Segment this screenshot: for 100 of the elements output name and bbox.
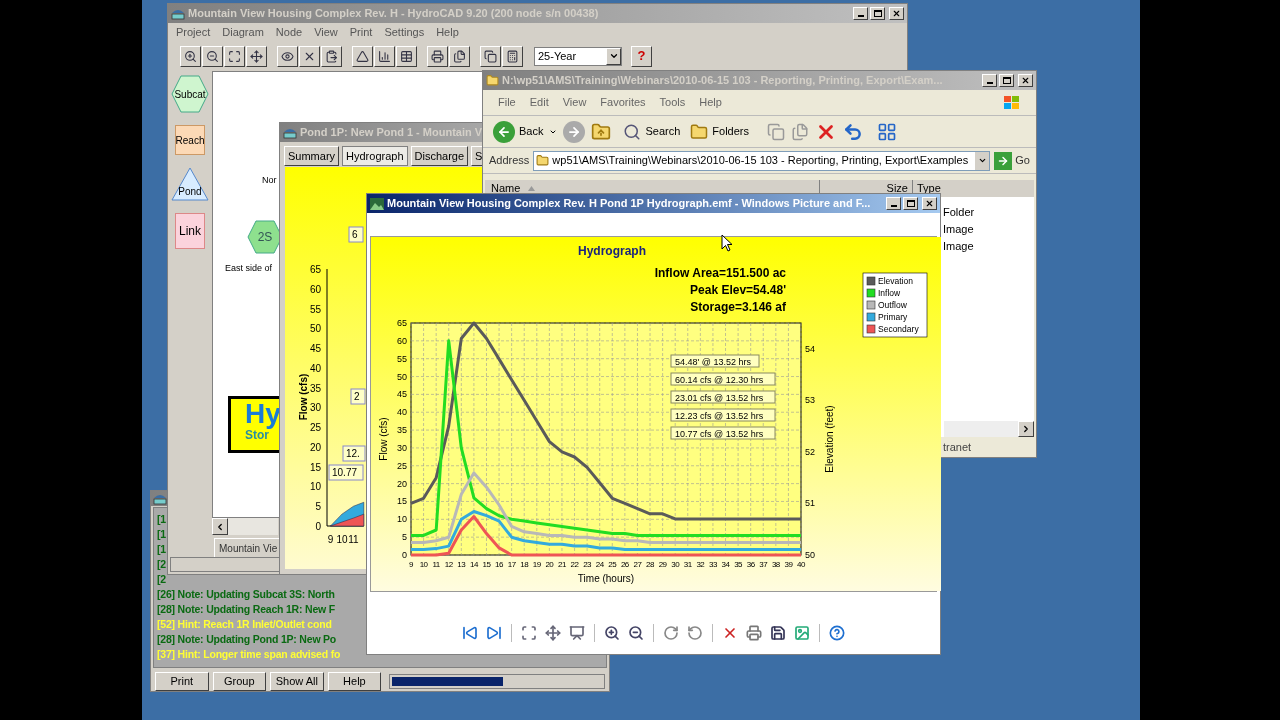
callout-label: 60.14 cfs @ 12.30 hrs: [670, 372, 776, 386]
best-fit-icon[interactable]: [520, 624, 538, 642]
menu-item[interactable]: Favorites: [593, 94, 653, 111]
close-button[interactable]: [922, 197, 937, 210]
toolbar-button[interactable]: [502, 45, 523, 67]
toolbar-button[interactable]: [352, 45, 373, 67]
axis-tick-label: 28: [646, 560, 654, 569]
save-icon[interactable]: [769, 624, 787, 642]
printer-icon: [431, 49, 444, 63]
tab[interactable]: Discharge: [410, 146, 469, 166]
slide-show-icon[interactable]: [568, 624, 586, 642]
minimize-button[interactable]: [853, 7, 868, 20]
zoom-in-icon[interactable]: [603, 624, 621, 642]
next-icon[interactable]: [485, 624, 503, 642]
minimize-button[interactable]: [982, 74, 997, 87]
annotation: 2: [354, 391, 360, 402]
window-title: Mountain View Housing Complex Rev. H Pond 1P Hydrograph.emf - Windows Picture and F...: [387, 196, 871, 212]
toolbar-button[interactable]: [374, 45, 395, 67]
search-button[interactable]: Search: [623, 122, 681, 141]
menu-item[interactable]: Edit: [522, 94, 556, 111]
rotate-clockwise-icon[interactable]: [662, 624, 680, 642]
menu-item[interactable]: File: [491, 94, 523, 111]
maximize-button[interactable]: [903, 197, 918, 210]
storm-select[interactable]: 25-Year: [534, 46, 622, 66]
tab[interactable]: Summary: [284, 146, 340, 166]
toolbar-button[interactable]: [396, 45, 417, 67]
axis-tick-label: 35: [309, 382, 321, 394]
maximize-button[interactable]: [870, 7, 885, 20]
log-button[interactable]: Help: [327, 672, 382, 691]
menu-item[interactable]: View: [555, 94, 594, 111]
zoom-in-icon: [184, 49, 197, 63]
folders-button[interactable]: Folders: [690, 122, 749, 141]
close-button[interactable]: [889, 7, 904, 20]
palette-item[interactable]: Reach: [175, 125, 205, 155]
minimize-button[interactable]: [886, 197, 901, 210]
axis-tick-label: 15: [397, 496, 407, 507]
toolbar-button[interactable]: [449, 45, 470, 67]
back-button[interactable]: Back: [493, 120, 544, 143]
axis-tick-label: 30: [309, 402, 321, 414]
toolbar-button[interactable]: [202, 45, 223, 67]
legend-label: Secondary: [878, 324, 919, 334]
toolbar-button[interactable]: [427, 45, 448, 67]
help-button[interactable]: ?: [631, 45, 652, 67]
up-folder-icon: [591, 121, 612, 142]
help-icon[interactable]: [828, 624, 846, 642]
menu-item[interactable]: Help: [692, 94, 729, 111]
menu-item[interactable]: Tools: [652, 94, 693, 111]
actual-size-icon[interactable]: [544, 624, 562, 642]
node-label[interactable]: 2S: [247, 220, 283, 254]
axis-tick-label: 65: [397, 318, 407, 328]
menu-item[interactable]: Diagram: [222, 23, 264, 41]
previous-icon[interactable]: [461, 624, 479, 642]
tab[interactable]: Hydrograph: [342, 146, 408, 166]
edit-image-icon[interactable]: [793, 624, 811, 642]
axis-title: Flow (cfs): [298, 373, 309, 421]
app-icon: [283, 126, 297, 139]
toolbar-button[interactable]: [299, 45, 320, 67]
axis-tick-label: 20: [397, 478, 407, 489]
menu-item[interactable]: View: [314, 23, 338, 41]
address-field[interactable]: wp51\AMS\Training\Webinars\2010-06-15 103 - Reporting, Printing, Export\Examples: [533, 150, 991, 171]
log-button[interactable]: Show All: [270, 672, 324, 691]
rotate-counterclockwise-icon[interactable]: [686, 624, 704, 642]
log-button[interactable]: Print: [155, 672, 209, 691]
menu-item[interactable]: Help: [436, 23, 459, 41]
menu-item[interactable]: Node: [275, 23, 303, 41]
logo-subtitle: Stor: [245, 429, 269, 442]
maximize-button[interactable]: [999, 74, 1014, 87]
toolbar-button[interactable]: [224, 45, 245, 67]
menu-item[interactable]: Project: [176, 23, 211, 41]
axis-tick-label: 9: [409, 560, 413, 569]
axis-tick-label: 50: [397, 371, 407, 382]
log-line: [2: [157, 572, 166, 587]
toolbar-button[interactable]: [321, 45, 342, 67]
axis-tick-label: 55: [397, 353, 407, 364]
toolbar-button[interactable]: [480, 45, 501, 67]
palette-item[interactable]: Link: [175, 213, 205, 249]
scroll-left-button[interactable]: [212, 518, 228, 535]
legend-swatch: [866, 276, 876, 286]
axis-tick-label: 30: [397, 442, 407, 453]
close-button[interactable]: [1018, 74, 1033, 87]
axis-tick-label: 29: [658, 560, 667, 569]
toolbar-button[interactable]: [277, 45, 298, 67]
print-icon[interactable]: [745, 624, 763, 642]
axis-tick-label: 27: [633, 560, 642, 569]
menu-item[interactable]: Settings: [384, 23, 425, 41]
column-header[interactable]: Type: [913, 180, 1034, 197]
scroll-right-button[interactable]: [1018, 421, 1034, 437]
app-icon: [171, 7, 185, 20]
log-button[interactable]: Group: [212, 672, 267, 691]
zoom-out-icon[interactable]: [627, 624, 645, 642]
axis-tick-label: 9: [327, 534, 334, 545]
menu-item[interactable]: Print: [349, 23, 373, 41]
calculator-icon: [506, 49, 519, 63]
table-icon: [400, 49, 413, 63]
toolbar-button[interactable]: [246, 45, 267, 67]
go-button[interactable]: Go: [994, 151, 1030, 170]
toolbar-button[interactable]: [180, 45, 201, 67]
annotation: 10.77 cfs @ 13.52 hrs: [675, 428, 764, 439]
axis-tick-label: 26: [620, 560, 629, 569]
palette-label[interactable]: Subcat: [171, 75, 209, 113]
